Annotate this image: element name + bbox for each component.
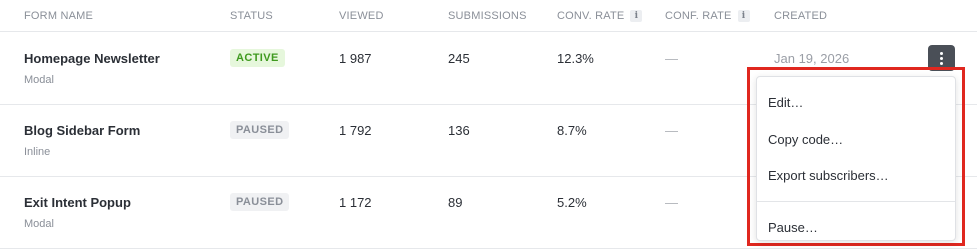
submissions-count: 136 (448, 123, 470, 138)
form-type: Inline (24, 146, 51, 158)
col-status[interactable]: STATUS (230, 10, 273, 22)
conv-rate-value: 12.3% (557, 51, 594, 66)
viewed-count: 1 792 (339, 123, 372, 138)
status-badge: PAUSED (230, 121, 290, 139)
viewed-count: 1 987 (339, 51, 372, 66)
info-icon[interactable]: i (630, 10, 643, 22)
form-name[interactable]: Exit Intent Popup (24, 195, 131, 210)
status-badge: PAUSED (230, 193, 290, 211)
conf-rate-value: — (665, 195, 678, 210)
created-date: Jan 19, 2026 (774, 51, 850, 66)
info-icon[interactable]: i (737, 10, 750, 22)
col-created[interactable]: CREATED (774, 10, 827, 22)
status-badge: ACTIVE (230, 49, 285, 67)
col-conf-rate[interactable]: CONF. RATE i (665, 10, 750, 22)
col-conv-rate[interactable]: CONV. RATE i (557, 10, 643, 22)
menu-item-copy-code[interactable]: Copy code… (768, 132, 843, 147)
menu-item-export-subscribers[interactable]: Export subscribers… (768, 168, 889, 183)
table-header: FORM NAME STATUS VIEWED SUBMISSIONS CONV… (0, 0, 977, 32)
conv-rate-value: 8.7% (557, 123, 587, 138)
form-name[interactable]: Homepage Newsletter (24, 51, 160, 66)
form-type: Modal (24, 74, 54, 86)
col-viewed[interactable]: VIEWED (339, 10, 384, 22)
viewed-count: 1 172 (339, 195, 372, 210)
col-form-name[interactable]: FORM NAME (24, 10, 93, 22)
conv-rate-value: 5.2% (557, 195, 587, 210)
form-type: Modal (24, 218, 54, 230)
conf-rate-value: — (665, 123, 678, 138)
menu-item-edit[interactable]: Edit… (768, 95, 803, 110)
submissions-count: 245 (448, 51, 470, 66)
menu-item-pause[interactable]: Pause… (768, 220, 818, 235)
col-submissions[interactable]: SUBMISSIONS (448, 10, 527, 22)
submissions-count: 89 (448, 195, 463, 210)
form-name[interactable]: Blog Sidebar Form (24, 123, 140, 138)
row-actions-menu: Edit… Copy code… Export subscribers… Pau… (756, 76, 956, 241)
conf-rate-value: — (665, 51, 678, 66)
menu-divider (757, 201, 955, 202)
